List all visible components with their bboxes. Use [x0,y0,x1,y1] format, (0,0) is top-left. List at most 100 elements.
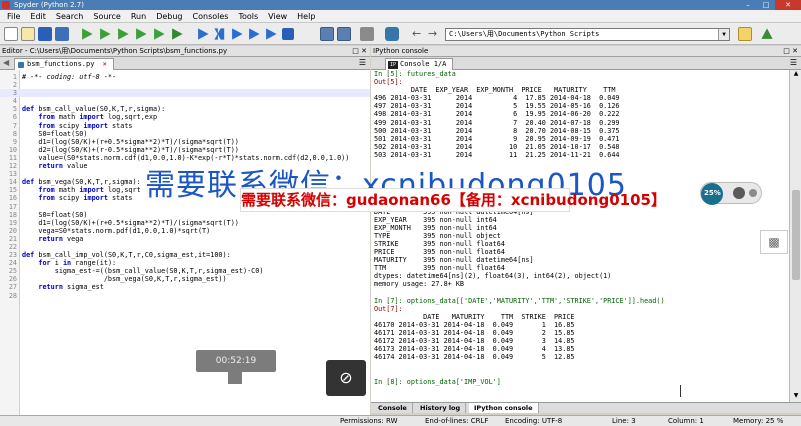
save-icon[interactable] [38,27,52,41]
status-eol: End-of-lines: CRLF [425,417,489,425]
no-wifi-icon[interactable]: ⊘ [326,360,366,396]
menu-item-edit[interactable]: Edit [25,12,51,21]
stop-debug-icon[interactable] [282,28,294,40]
step-into-icon[interactable] [232,28,243,40]
code-line[interactable]: 27 return sigma_est [0,283,370,291]
save-all-icon[interactable] [55,27,69,41]
back-arrow-icon[interactable]: ← [412,28,421,40]
minimize-icon[interactable]: – [739,0,757,10]
line-number: 17 [8,202,17,211]
code-line[interactable]: 6 from math import log,sqrt,exp [0,113,370,121]
code-line[interactable]: 23 def bsm_call_imp_vol(S0,K,T,r,C0,sigma… [0,251,370,259]
fullscreen-icon[interactable] [337,27,351,41]
maximize-icon[interactable]: □ [757,0,775,10]
line-number: 20 [8,226,17,235]
working-directory-input[interactable]: C:\Users\用\Documents\Python Scripts ▼ [445,28,730,41]
bottom-tab-history-log[interactable]: History log [415,403,467,413]
code-text: sigma_est-=((bsm_call_value(S0,K,T,r,sig… [22,267,264,276]
scrollbar-thumb[interactable] [792,190,800,280]
pythonpath-manager-icon[interactable] [385,27,399,41]
close-tab-icon[interactable]: ✕ [103,60,107,68]
code-line[interactable]: 7 from scipy import stats [0,122,370,130]
new-file-icon[interactable] [4,27,18,41]
dock-icon[interactable]: ▩ [760,230,788,254]
console-line: PRICE 395 non-null float64 [374,248,505,257]
working-directory-value: C:\Users\用\Documents\Python Scripts [449,30,600,38]
code-line[interactable]: 10 d2=(log(S0/K)+(r-0.5*sigma**2)*T)/(si… [0,146,370,154]
menu-item-debug[interactable]: Debug [151,12,187,21]
editor-pane-title: Editor - C:\Users\用\Documents\Python Scr… [2,47,228,55]
bottom-tab-ipython-console[interactable]: IPython console [469,403,539,413]
bottom-tab-console[interactable]: Console [373,403,413,413]
code-line[interactable]: 24 for i in range(it): [0,259,370,267]
code-line[interactable]: 2 [0,81,370,89]
console-scrollbar[interactable]: ▲ ▼ [789,70,801,402]
console-line: EXP_MONTH 395 non-null int64 [374,223,497,232]
console-pane-title: IPython console [373,47,429,55]
tab-menu-icon[interactable]: ☰ [359,58,366,67]
code-line[interactable]: 25 sigma_est-=((bsm_call_value(S0,K,T,r,… [0,267,370,275]
run-cell-advance-icon[interactable] [136,28,147,40]
code-line[interactable]: 5 def bsm_call_value(S0,K,T,r,sigma): [0,105,370,113]
memory-gauge-widget[interactable]: 25% [700,182,762,205]
line-number: 15 [8,186,17,195]
run-selection-icon[interactable] [154,28,165,40]
line-number: 16 [8,194,17,203]
scroll-up-icon[interactable]: ▲ [790,70,801,80]
step-icon[interactable] [214,28,225,40]
close-icon[interactable]: ✕ [775,0,801,10]
menu-item-search[interactable]: Search [51,12,88,21]
code-line[interactable]: 9 d1=(log(S0/K)+(r+0.5*sigma**2)*T)/(sig… [0,138,370,146]
code-line[interactable]: 4 [0,97,370,105]
maximize-pane-icon[interactable] [320,27,334,41]
status-memory: Memory: 25 % [733,417,784,425]
code-line[interactable]: 26 /bsm_vega(S0,K,T,r,sigma_est)) [0,275,370,283]
console-line: In [8]: options_data['IMP_VOL'] [374,377,501,386]
tab-bsm-functions[interactable]: bsm_functions.py ✕ [14,58,114,70]
code-line[interactable]: 1 # -*- coding: utf-8 -*- [0,73,370,81]
code-text: from scipy import stats [38,121,133,130]
scroll-down-icon[interactable]: ▼ [790,392,801,402]
console-line: 496 2014-03-31 2014 4 17.85 2014-04-18 0… [374,94,620,103]
menu-item-run[interactable]: Run [126,12,151,21]
continue-icon[interactable] [266,28,277,40]
menu-item-consoles[interactable]: Consoles [188,12,234,21]
rerun-icon[interactable] [172,28,183,40]
code-line[interactable]: 21 return vega [0,235,370,243]
pane-close-icon[interactable]: □ ✕ [783,46,798,56]
forward-arrow-icon[interactable]: → [428,28,437,40]
code-line[interactable]: 8 S0=float(S0) [0,130,370,138]
ipython-console-output[interactable]: In [5]: futures_data Out[5]: DATE EXP_YEA… [371,70,789,402]
menu-item-view[interactable]: View [263,12,292,21]
menu-item-source[interactable]: Source [88,12,125,21]
tab-menu-icon[interactable]: ☰ [790,58,797,67]
code-text: for i in range(it): [38,259,117,268]
code-line[interactable]: 22 [0,243,370,251]
tab-console-1a[interactable]: IP Console 1/A [385,58,454,70]
run-cell-icon[interactable] [118,28,129,40]
code-line[interactable]: 28 [0,292,370,300]
code-text: return sigma_est [38,283,104,292]
open-file-icon[interactable] [21,27,35,41]
code-line[interactable]: 20 vega=S0*stats.norm.pdf(d1,0.0,1.0)*sq… [0,227,370,235]
preferences-icon[interactable] [360,27,374,41]
code-text: from math import log,sqrt,exp [38,113,158,122]
menu-item-tools[interactable]: Tools [233,12,263,21]
menu-item-help[interactable]: Help [292,12,320,21]
browse-folder-icon[interactable] [738,27,752,41]
code-line[interactable]: 19 d1=(log(S0/K)+(r+0.5*sigma**2)*T)/(si… [0,219,370,227]
run-file-icon[interactable] [100,28,111,40]
run-icon[interactable] [82,28,93,40]
parent-directory-icon[interactable] [760,27,774,41]
code-line[interactable]: 3 [0,89,370,98]
chevron-down-icon[interactable]: ▼ [718,29,729,40]
code-editor[interactable]: 1 # -*- coding: utf-8 -*- 2 3 4 5 def bsm_call… [0,70,370,415]
step-return-icon[interactable] [249,28,260,40]
console-line: 498 2014-03-31 2014 6 19.95 2014-06-20 0… [374,110,620,119]
debug-icon[interactable] [198,28,209,40]
menu-item-file[interactable]: File [2,12,25,21]
chevron-left-icon[interactable]: ◀ [3,58,9,67]
pane-close-icon[interactable]: □ ✕ [352,46,367,56]
